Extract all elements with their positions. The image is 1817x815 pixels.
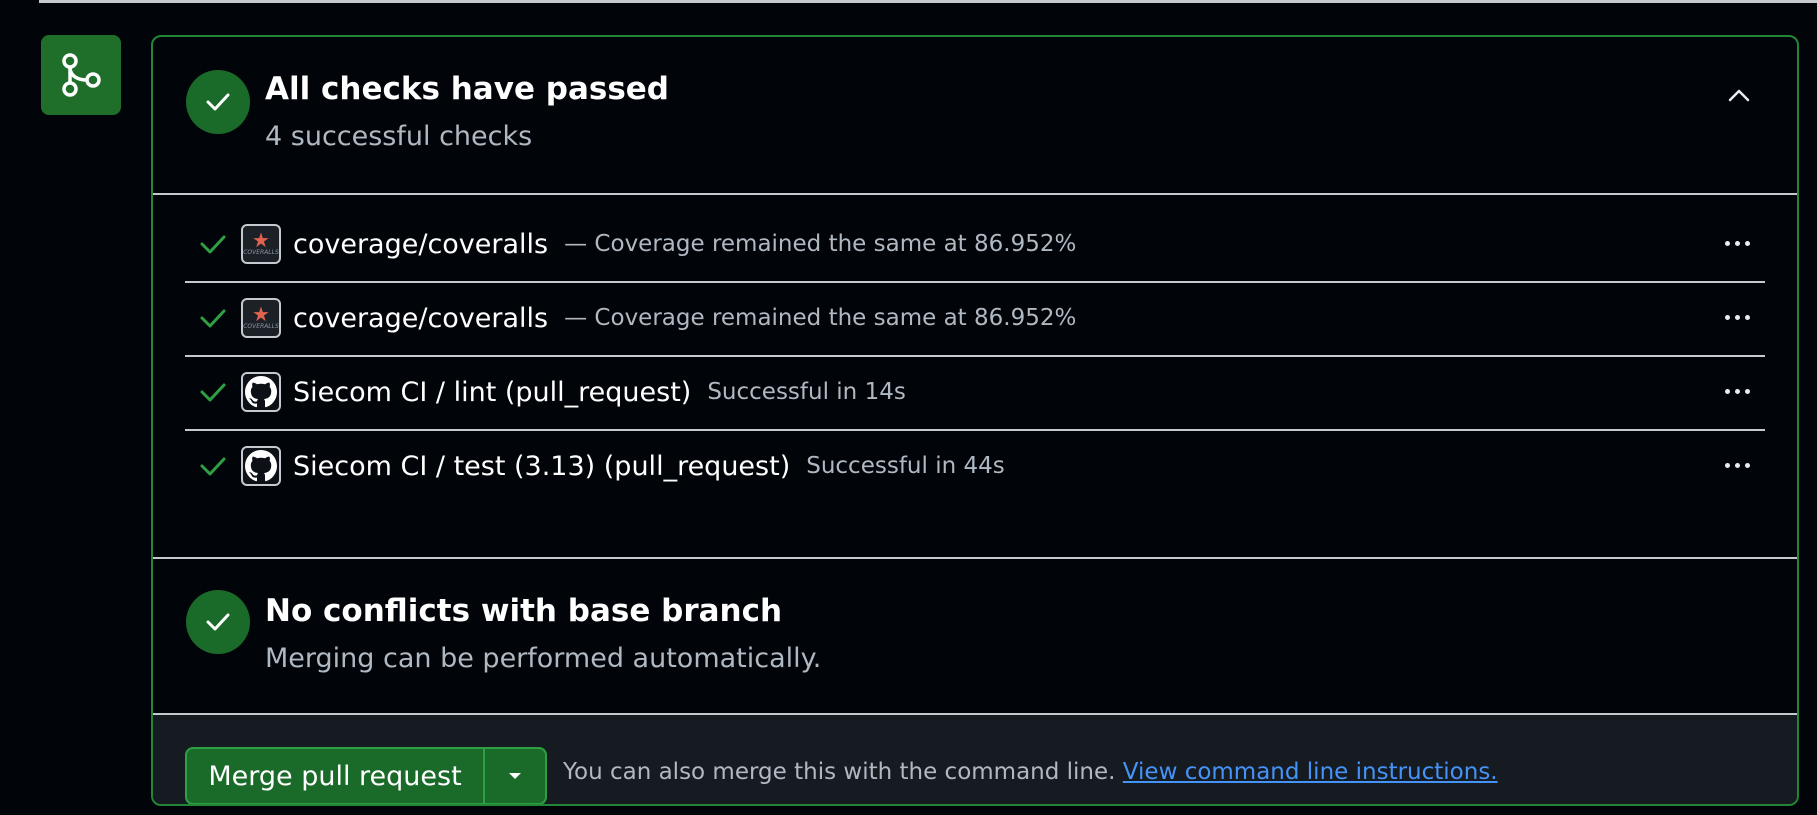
- conflicts-title: No conflicts with base branch: [265, 593, 783, 629]
- check-success-icon: [199, 452, 227, 480]
- check-row[interactable]: ★ COVERALLS coverage/coveralls — Coverag…: [185, 281, 1765, 357]
- coveralls-icon: ★ COVERALLS: [241, 224, 281, 264]
- check-row[interactable]: ★ COVERALLS coverage/coveralls — Coverag…: [185, 207, 1765, 283]
- collapse-checks-button[interactable]: [1721, 77, 1757, 113]
- github-icon: [241, 446, 281, 486]
- check-success-icon: [199, 304, 227, 332]
- top-divider: [39, 0, 1817, 3]
- checks-list: ★ COVERALLS coverage/coveralls — Coverag…: [153, 195, 1797, 559]
- check-description: Successful in 44s: [806, 453, 1005, 479]
- conflicts-success-icon: [186, 590, 250, 654]
- kebab-horizontal-icon[interactable]: [1715, 225, 1759, 261]
- merge-options-dropdown[interactable]: [485, 749, 545, 803]
- merge-button-group: Merge pull request: [185, 747, 547, 804]
- command-line-hint: You can also merge this with the command…: [563, 759, 1498, 785]
- git-merge-icon: [41, 35, 121, 115]
- conflicts-section: No conflicts with base branch Merging ca…: [153, 559, 1797, 715]
- check-description: — Coverage remained the same at 86.952%: [564, 231, 1077, 257]
- check-name[interactable]: Siecom CI / test (3.13) (pull_request): [293, 451, 790, 482]
- command-line-text: You can also merge this with the command…: [563, 759, 1116, 785]
- kebab-horizontal-icon[interactable]: [1715, 299, 1759, 335]
- checks-subtitle: 4 successful checks: [265, 121, 533, 152]
- check-name[interactable]: coverage/coveralls: [293, 229, 548, 260]
- github-icon: [241, 372, 281, 412]
- checks-success-icon: [186, 70, 250, 134]
- check-success-icon: [199, 378, 227, 406]
- conflicts-subtitle: Merging can be performed automatically.: [265, 643, 822, 674]
- check-row[interactable]: Siecom CI / test (3.13) (pull_request) S…: [185, 429, 1765, 503]
- merge-status-box: All checks have passed 4 successful chec…: [151, 35, 1799, 806]
- checks-title: All checks have passed: [265, 71, 669, 107]
- check-row[interactable]: Siecom CI / lint (pull_request) Successf…: [185, 355, 1765, 431]
- triangle-down-icon: [509, 773, 521, 779]
- merge-actions: Merge pull request You can also merge th…: [153, 715, 1797, 804]
- check-description: — Coverage remained the same at 86.952%: [564, 305, 1077, 331]
- checks-summary: All checks have passed 4 successful chec…: [153, 37, 1797, 195]
- check-success-icon: [199, 230, 227, 258]
- coveralls-icon: ★ COVERALLS: [241, 298, 281, 338]
- check-description: Successful in 14s: [707, 379, 906, 405]
- command-line-instructions-link[interactable]: View command line instructions.: [1123, 759, 1498, 785]
- check-name[interactable]: Siecom CI / lint (pull_request): [293, 377, 691, 408]
- merge-pull-request-button[interactable]: Merge pull request: [187, 749, 485, 803]
- kebab-horizontal-icon[interactable]: [1715, 373, 1759, 409]
- kebab-horizontal-icon[interactable]: [1715, 447, 1759, 483]
- check-name[interactable]: coverage/coveralls: [293, 303, 548, 334]
- chevron-up-icon: [1728, 89, 1750, 102]
